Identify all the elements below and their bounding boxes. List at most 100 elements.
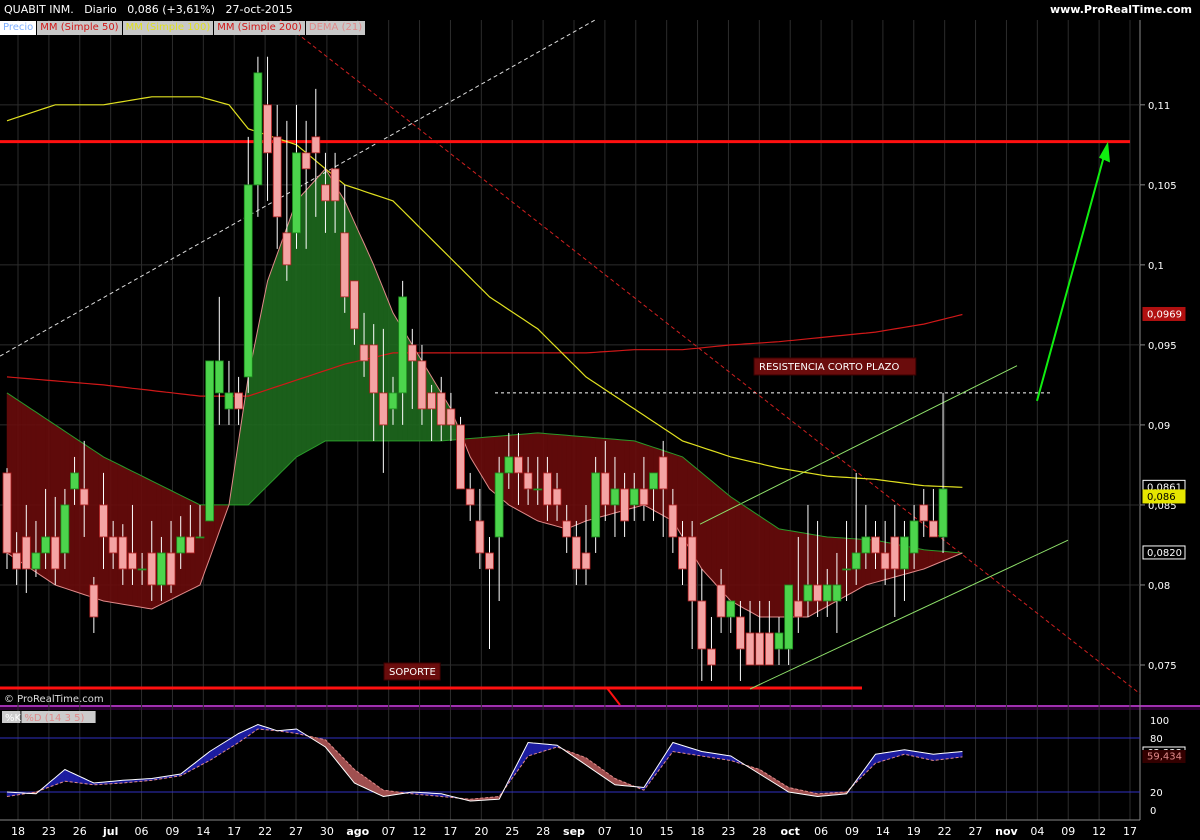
candle-body: [600, 472, 610, 506]
x-tick-label: 28: [536, 825, 550, 838]
ma-cloud-segment: [918, 548, 924, 571]
x-tick-label: 12: [413, 825, 427, 838]
x-tick-label: jul: [102, 825, 118, 838]
x-tick-label: nov: [995, 825, 1018, 838]
ma-cloud-segment: [749, 509, 756, 615]
candle-body: [639, 488, 649, 506]
candle-body: [436, 392, 446, 426]
ma-cloud-segment: [807, 533, 814, 618]
ma-cloud-segment: [45, 418, 51, 583]
candle-body: [890, 536, 900, 570]
ma-cloud-segment: [489, 436, 495, 494]
candle-body: [871, 536, 880, 554]
ma-cloud-segment: [161, 485, 167, 605]
x-tick-label: 20: [474, 825, 488, 838]
candle-body: [880, 552, 890, 570]
ma-cloud-segment: [358, 232, 365, 442]
stoch-tick-label: 80: [1150, 734, 1163, 745]
x-tick-label: 23: [721, 825, 735, 838]
candle-body: [745, 632, 755, 666]
legend-item[interactable]: MM (Simple 100): [122, 21, 214, 35]
y-tick-label: 0,11: [1148, 101, 1170, 112]
ma-cloud-segment: [759, 515, 765, 618]
candle-body: [774, 632, 784, 650]
x-tick-label: 06: [814, 825, 828, 838]
ma-cloud-segment: [156, 482, 162, 607]
ma-cloud-segment: [923, 549, 929, 570]
candle-body: [41, 536, 50, 554]
price-tag-label: 0,086: [1147, 492, 1176, 503]
candle-body: [369, 344, 379, 394]
x-tick-label: ago: [346, 825, 369, 838]
x-tick-label: 25: [505, 825, 519, 838]
ma-cloud-segment: [585, 436, 592, 522]
candle-body: [755, 632, 765, 666]
candle-body: [909, 520, 919, 554]
x-tick-label: 14: [876, 825, 890, 838]
x-tick-label: oct: [781, 825, 800, 838]
candle-body: [70, 472, 79, 490]
candle-body: [523, 472, 533, 490]
candle-body: [118, 536, 128, 570]
ma-cloud-segment: [339, 191, 345, 442]
legend-item[interactable]: MM (Simple 200): [214, 21, 305, 35]
x-tick-label: 15: [660, 825, 674, 838]
x-tick-label: 09: [845, 825, 859, 838]
candle-body: [591, 472, 601, 538]
candle-body: [475, 520, 485, 554]
stoch-legend-label: %D (14 3 5): [24, 713, 84, 724]
ma-cloud-segment: [537, 432, 543, 523]
candle-body: [919, 504, 929, 522]
x-tick-label: 12: [1092, 825, 1106, 838]
ma-cloud-segment: [69, 434, 75, 592]
stoch-fill-segment: [532, 742, 538, 755]
candle-body: [610, 488, 620, 506]
price-tag-label: 0,0820: [1147, 548, 1182, 559]
legend-item[interactable]: Precio: [0, 21, 37, 35]
candle-body: [658, 456, 668, 490]
candle-body: [543, 472, 552, 506]
candle-body: [185, 536, 195, 554]
candle-body: [649, 472, 658, 490]
candle-body: [243, 184, 253, 378]
candle-body: [330, 168, 340, 202]
ma-cloud-segment: [571, 435, 577, 528]
y-tick-label: 0,1: [1148, 261, 1164, 272]
candle-body: [668, 504, 678, 538]
ma-cloud-segment: [272, 254, 278, 482]
ma-cloud-segment: [310, 178, 317, 450]
candle-body: [407, 344, 417, 362]
support-label: SOPORTE: [389, 667, 436, 678]
candle-body: [128, 552, 137, 570]
ma-cloud-segment: [267, 267, 273, 487]
x-tick-label: 07: [382, 825, 396, 838]
candle-body: [108, 536, 118, 554]
ma-cloud-segment: [194, 502, 201, 588]
ma-cloud-segment: [551, 433, 558, 527]
resistance-label: RESISTENCIA CORTO PLAZO: [759, 362, 900, 373]
x-tick-label: 17: [1123, 825, 1137, 838]
stoch-tick-label: 20: [1150, 788, 1163, 799]
ma-cloud-segment: [330, 175, 336, 442]
price-chart: 0,0750,080,0850,090,0950,10,1050,110,096…: [0, 19, 1200, 840]
candle-body: [822, 584, 832, 602]
candle-body: [156, 552, 166, 586]
ma-cloud-segment: [730, 496, 736, 605]
watermark: © ProRealTime.com: [4, 694, 104, 705]
ma-cloud-segment: [137, 473, 143, 608]
legend-item[interactable]: DEMA (21): [305, 21, 366, 35]
x-tick-label: 30: [320, 825, 334, 838]
x-tick-label: 14: [196, 825, 210, 838]
candle-body: [485, 552, 494, 570]
ma-cloud-segment: [301, 189, 307, 455]
ma-cloud-segment: [576, 435, 582, 526]
legend-item[interactable]: MM (Simple 50): [37, 21, 122, 35]
candle-body: [736, 616, 745, 650]
candle-body: [349, 280, 359, 330]
ma-cloud-segment: [716, 484, 722, 591]
candle-body: [321, 184, 330, 202]
ma-cloud-segment: [735, 499, 741, 607]
y-tick-label: 0,095: [1148, 341, 1177, 352]
x-tick-label: 10: [629, 825, 643, 838]
ma-cloud-segment: [764, 518, 770, 618]
